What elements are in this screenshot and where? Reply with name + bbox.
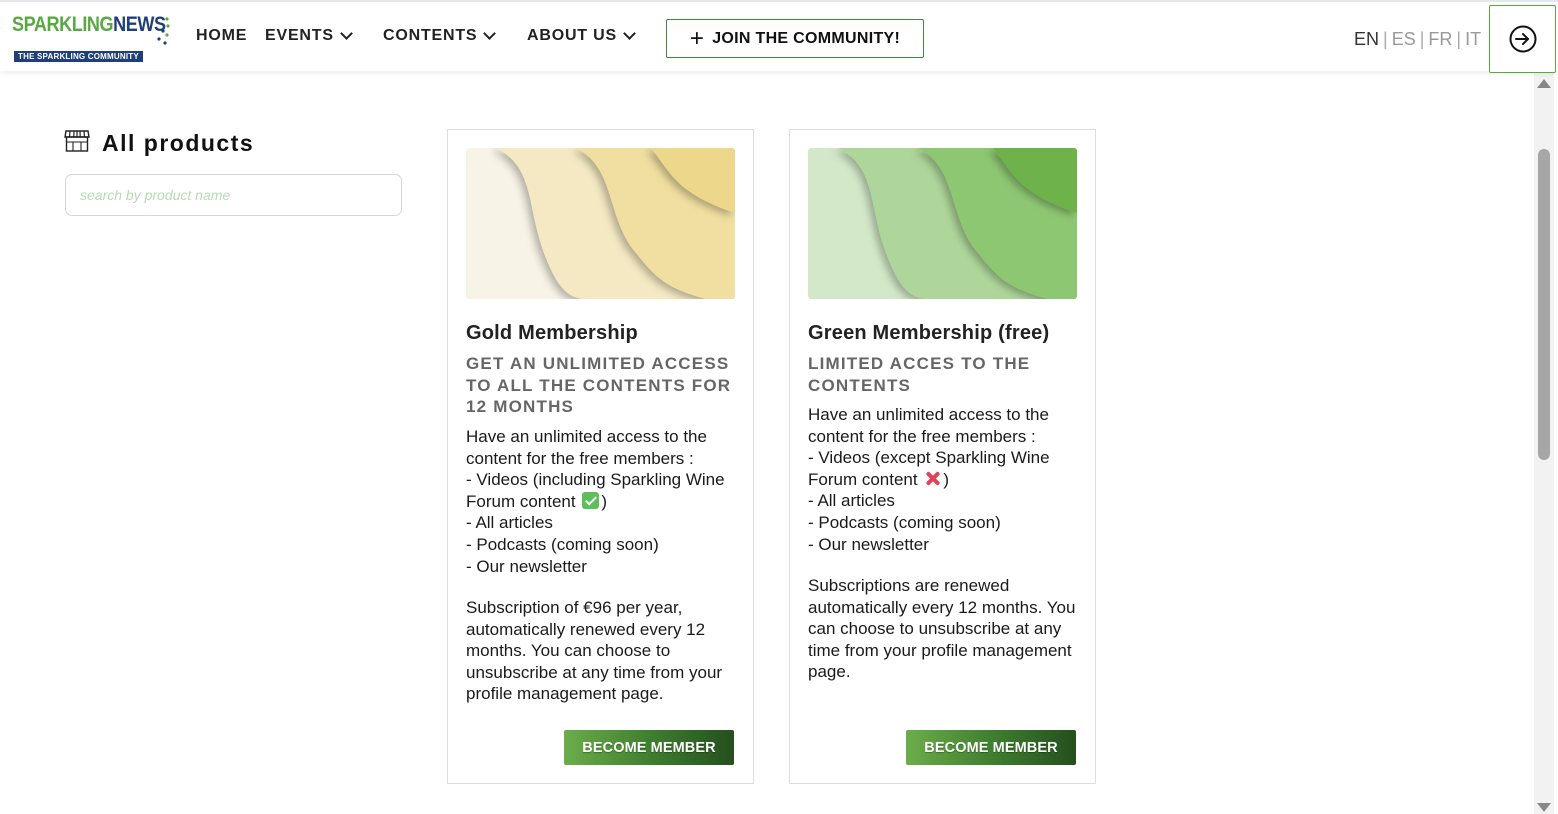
- nav-contents-label: CONTENTS: [383, 27, 478, 44]
- product-pricing: Subscriptions are renewed automatically …: [808, 576, 1076, 682]
- become-member-button[interactable]: BECOME MEMBER: [906, 730, 1076, 765]
- become-member-button[interactable]: BECOME MEMBER: [564, 730, 734, 765]
- nav-about-us[interactable]: ABOUT US: [527, 27, 636, 45]
- nav-events-label: EVENTS: [265, 27, 334, 44]
- nav-contents[interactable]: CONTENTS: [383, 27, 497, 45]
- login-arrow-icon: [1509, 25, 1536, 53]
- product-pricing: Subscription of €96 per year, automatica…: [466, 598, 723, 704]
- chevron-down-icon: [339, 27, 353, 40]
- description-line: Have an unlimited access to the content …: [808, 405, 1049, 446]
- product-title: Green Membership (free): [808, 322, 1050, 344]
- join-community-button[interactable]: + JOIN THE COMMUNITY!: [666, 19, 924, 58]
- product-subtitle: GET AN UNLIMITED ACCESS TO ALL THE CONTE…: [466, 354, 732, 417]
- chevron-down-icon: [483, 27, 497, 40]
- sparkling-news-logo[interactable]: SPARKLINGNEWS THE SPARKLING COMMUNITY: [12, 14, 172, 64]
- scroll-down-arrow-icon[interactable]: [1537, 803, 1551, 812]
- logo-name-part1: SPARKLING: [12, 13, 114, 36]
- nav-home[interactable]: HOME: [196, 27, 247, 45]
- store-icon: [64, 129, 90, 152]
- green-wave-image: [808, 148, 1077, 299]
- login-button[interactable]: [1489, 5, 1556, 73]
- product-description: Have an unlimited access to the content …: [808, 404, 1084, 555]
- lang-fr[interactable]: FR: [1428, 29, 1452, 49]
- product-search-input[interactable]: [65, 174, 402, 216]
- sidebar-header: All products: [64, 124, 254, 157]
- product-subtitle: LIMITED ACCES TO THE CONTENTS: [808, 354, 1031, 395]
- product-card-green: Green Membership (free) LIMITED ACCES TO…: [789, 129, 1096, 784]
- green-wave-art: [808, 148, 1077, 299]
- scroll-up-arrow-icon[interactable]: [1537, 79, 1551, 88]
- gold-wave-image: [466, 148, 735, 299]
- logo-tagline: THE SPARKLING COMMUNITY: [14, 51, 143, 62]
- product-description: Have an unlimited access to the content …: [466, 426, 742, 577]
- plus-icon: +: [689, 24, 705, 52]
- product-card-gold: Gold Membership GET AN UNLIMITED ACCESS …: [447, 129, 754, 784]
- gold-wave-art: [466, 148, 735, 299]
- nav-about-us-label: ABOUT US: [527, 27, 617, 44]
- description-line: Have an unlimited access to the content …: [466, 427, 707, 468]
- sidebar-title: All products: [102, 130, 255, 156]
- nav-events[interactable]: EVENTS: [265, 27, 353, 45]
- lang-it[interactable]: IT: [1465, 29, 1481, 49]
- scrollbar-thumb[interactable]: [1538, 149, 1550, 460]
- chevron-down-icon: [623, 27, 636, 40]
- sparkle-dots-icon: [157, 17, 170, 45]
- language-switcher: EN | ES | FR | IT: [1354, 29, 1482, 49]
- check-mark-icon: [582, 491, 600, 509]
- nav-home-label: HOME: [196, 27, 248, 44]
- page-scrollbar[interactable]: [1534, 71, 1554, 814]
- cross-mark-icon: [924, 470, 941, 487]
- product-title: Gold Membership: [466, 322, 638, 344]
- lang-en[interactable]: EN: [1354, 29, 1379, 49]
- join-community-label: JOIN THE COMMUNITY!: [712, 29, 901, 47]
- lang-es[interactable]: ES: [1392, 29, 1416, 49]
- top-navbar: SPARKLINGNEWS THE SPARKLING COMMUNITY HO…: [0, 0, 1558, 73]
